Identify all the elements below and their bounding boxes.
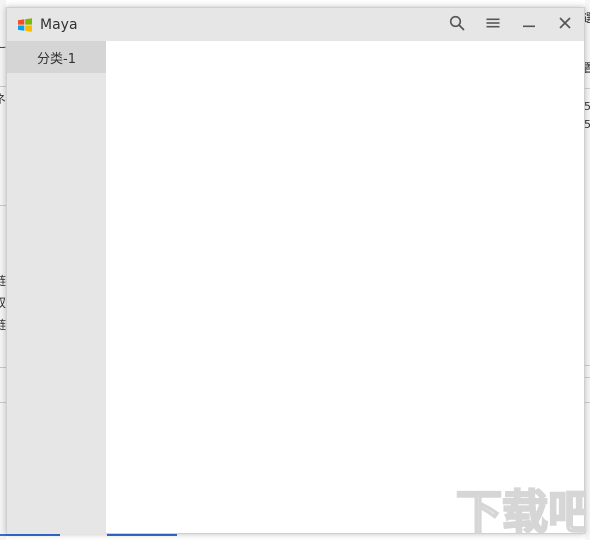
sidebar-item-category-1[interactable]: 分类-1 bbox=[7, 41, 106, 73]
background-divider bbox=[585, 88, 590, 89]
hamburger-menu-icon bbox=[486, 18, 500, 28]
minimize-button[interactable] bbox=[515, 11, 543, 35]
screen: ネ 辶 链 双 链 選 置 5 5 Maya 分类-1 下载吧 bbox=[0, 0, 590, 540]
window-title: Maya bbox=[40, 17, 78, 33]
minimize-icon bbox=[523, 25, 535, 28]
search-icon bbox=[449, 15, 465, 31]
site-watermark-logo: 下载吧 bbox=[455, 484, 586, 538]
background-selection-bar bbox=[0, 534, 60, 536]
title-bar[interactable]: Maya bbox=[7, 8, 584, 41]
app-window: Maya 分类-1 bbox=[6, 7, 585, 534]
menu-button[interactable] bbox=[479, 11, 507, 35]
background-selection-bar bbox=[107, 534, 177, 536]
close-icon bbox=[559, 17, 571, 29]
background-divider bbox=[585, 402, 590, 403]
search-button[interactable] bbox=[443, 11, 471, 35]
category-sidebar: 分类-1 bbox=[7, 41, 106, 534]
watermark-text: 下载吧 bbox=[456, 485, 586, 538]
background-app-right-strip bbox=[585, 0, 590, 540]
background-divider bbox=[585, 365, 590, 366]
windows-logo-icon bbox=[18, 18, 32, 32]
sidebar-item-label: 分类-1 bbox=[37, 51, 76, 67]
close-button[interactable] bbox=[551, 11, 579, 35]
content-area bbox=[106, 41, 584, 533]
background-divider bbox=[585, 377, 590, 378]
